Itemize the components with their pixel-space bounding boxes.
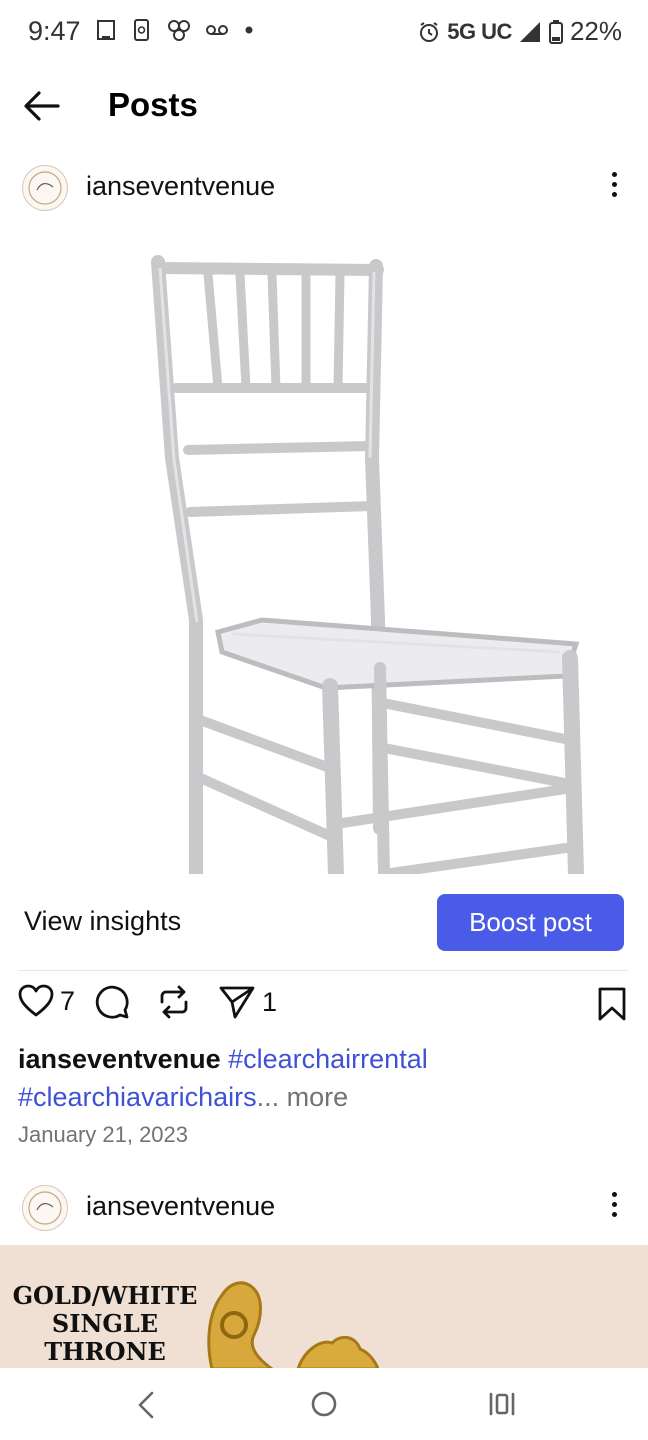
alarm-icon xyxy=(420,21,439,42)
nav-back-icon[interactable] xyxy=(134,1390,158,1420)
post-date: January 21, 2023 xyxy=(18,1122,189,1147)
comment-icon xyxy=(95,985,129,1019)
divider xyxy=(18,970,628,971)
post-header: ianseventvenue xyxy=(0,157,648,217)
system-nav-bar xyxy=(0,1368,648,1440)
hashtag-link[interactable]: #clearchairrental xyxy=(228,1044,428,1074)
phone-sync-icon xyxy=(134,19,149,41)
image-text-line: SINGLE xyxy=(51,1309,159,1338)
signal-icon xyxy=(519,21,540,42)
post-image[interactable]: GOLD/WHITE SINGLE THRONE xyxy=(0,1245,648,1369)
like-action[interactable]: 7 xyxy=(18,984,75,1018)
view-insights-link[interactable]: View insights xyxy=(24,906,181,937)
battery-icon xyxy=(548,19,563,44)
post-actions: 7 1 xyxy=(0,984,648,1028)
send-icon xyxy=(219,986,255,1019)
battery-percent: 22% xyxy=(569,16,622,46)
nav-recents-icon[interactable] xyxy=(488,1391,516,1417)
avatar[interactable] xyxy=(22,1185,68,1231)
repost-action[interactable] xyxy=(156,984,192,1020)
nav-home-icon[interactable] xyxy=(310,1390,338,1418)
image-text-line: GOLD/WHITE xyxy=(12,1281,198,1310)
comment-action[interactable] xyxy=(94,984,130,1020)
back-arrow-icon[interactable] xyxy=(22,88,62,124)
venue-logo-icon xyxy=(28,171,62,205)
status-bar: 9:47 5G UC 22% xyxy=(0,0,648,66)
more-link[interactable]: ... more xyxy=(257,1082,349,1112)
venue-logo-icon xyxy=(28,1191,62,1225)
screenshot-icon xyxy=(97,20,115,40)
post-header: ianseventvenue xyxy=(0,1177,648,1237)
pinwheel-icon xyxy=(168,20,190,41)
post-options-icon[interactable] xyxy=(604,1189,624,1225)
voicemail-icon xyxy=(206,25,228,35)
status-time: 9:47 xyxy=(28,16,81,46)
image-text-line: THRONE xyxy=(44,1337,166,1366)
gold-throne-image xyxy=(207,1281,380,1369)
bookmark-icon[interactable] xyxy=(597,986,627,1022)
notification-icons xyxy=(94,18,256,42)
image-caption-text: GOLD/WHITE SINGLE THRONE xyxy=(0,1282,210,1366)
like-count: 7 xyxy=(60,985,76,1016)
more-notifications-dot-icon xyxy=(245,26,253,34)
post-username[interactable]: ianseventvenue xyxy=(86,171,275,202)
post-username[interactable]: ianseventvenue xyxy=(86,1191,275,1222)
boost-post-button[interactable]: Boost post xyxy=(437,894,624,951)
chair-image xyxy=(151,255,584,874)
share-count: 1 xyxy=(262,986,278,1017)
post-caption: ianseventvenue #clearchairrental #clearc… xyxy=(18,1040,630,1116)
post-options-icon[interactable] xyxy=(604,169,624,205)
heart-icon xyxy=(18,984,54,1017)
caption-username[interactable]: ianseventvenue xyxy=(18,1044,221,1074)
hashtag-link[interactable]: #clearchiavarichairs xyxy=(18,1082,257,1112)
posts-header: Posts xyxy=(0,72,648,142)
system-status: 5G UC 22% xyxy=(417,16,622,47)
post-image[interactable] xyxy=(0,228,648,874)
share-action[interactable]: 1 xyxy=(218,984,277,1020)
repost-icon xyxy=(160,985,188,1019)
avatar[interactable] xyxy=(22,165,68,211)
page-title: Posts xyxy=(108,86,198,123)
network-type: 5G UC xyxy=(447,18,512,44)
